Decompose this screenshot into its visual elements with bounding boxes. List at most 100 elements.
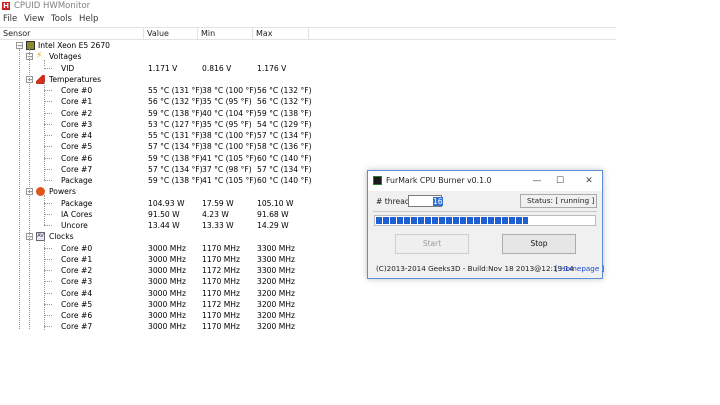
sensor-row[interactable]: Core #2 59 °C (138 °F) 40 °C (104 °F) 59 °C… xyxy=(0,108,616,119)
sensor-min: 38 °C (100 °F) xyxy=(202,131,257,140)
tree-branch-line xyxy=(44,146,52,148)
tree-guide-line xyxy=(44,82,45,180)
sensor-label: Uncore xyxy=(61,221,88,230)
sensor-min: 40 °C (104 °F) xyxy=(202,108,257,118)
sensor-value: 3000 MHz xyxy=(148,311,186,320)
sensor-min: 0.816 V xyxy=(202,63,232,73)
sensor-value: 3000 MHz xyxy=(148,288,186,298)
dialog-title-bar[interactable]: FurMark CPU Burner v0.1.0 — ☐ ✕ xyxy=(368,171,602,191)
sensor-max: 56 °C (132 °F) xyxy=(257,97,312,107)
stop-button[interactable]: Stop xyxy=(502,234,576,254)
title-bar: H CPUID HWMonitor xyxy=(0,0,720,12)
tree-node-voltages[interactable]: − ⚡ Voltages xyxy=(0,51,616,62)
tree-branch-line xyxy=(44,315,52,316)
sensor-max: 3200 MHz xyxy=(257,288,295,298)
tree-branch-line xyxy=(44,135,52,136)
sensor-label: Core #6 xyxy=(61,153,93,163)
menu-help[interactable]: Help xyxy=(79,14,98,24)
sensor-max: 3200 MHz xyxy=(257,311,295,320)
sensor-row[interactable]: Core #6 3000 MHz 1170 MHz 3200 MHz xyxy=(0,310,616,321)
sensor-label: Core #5 xyxy=(61,299,93,309)
sensor-value: 57 °C (134 °F) xyxy=(148,142,203,152)
tree-branch-line xyxy=(44,123,52,125)
sensor-label: Core #0 xyxy=(61,86,93,95)
menu-view[interactable]: View xyxy=(24,14,44,24)
sensor-value: 53 °C (127 °F) xyxy=(148,119,203,129)
sensor-max: 3300 MHz xyxy=(257,243,295,253)
collapse-icon[interactable]: − xyxy=(16,42,23,50)
sensor-label: Core #3 xyxy=(61,119,93,129)
sensor-max: 91.68 W xyxy=(257,209,289,219)
sensor-max: 60 °C (140 °F) xyxy=(257,176,312,185)
sensor-label: Core #4 xyxy=(61,288,93,298)
sensor-max: 3300 MHz xyxy=(257,266,295,275)
hwmonitor-logo-icon: H xyxy=(2,2,10,10)
sensor-value: 55 °C (131 °F) xyxy=(148,86,203,95)
sensor-value: 13.44 W xyxy=(148,221,180,230)
column-header-value[interactable]: Value xyxy=(144,28,198,40)
cpu-chip-icon xyxy=(26,41,35,50)
sensor-max: 3300 MHz xyxy=(257,254,295,264)
sensor-row[interactable]: VID 1.171 V 0.816 V 1.176 V xyxy=(0,63,616,74)
sensor-row[interactable]: Core #5 3000 MHz 1172 MHz 3200 MHz xyxy=(0,299,616,310)
menu-file[interactable]: File xyxy=(3,14,17,24)
sensor-value: 3000 MHz xyxy=(148,277,186,287)
tree-guide-line xyxy=(44,195,45,225)
status-box: Status: [ running ] xyxy=(520,194,597,208)
tree-branch-line xyxy=(44,90,52,91)
sensor-max: 57 °C (134 °F) xyxy=(257,131,312,140)
dialog-title: FurMark CPU Burner v0.1.0 xyxy=(386,176,492,185)
minimize-button[interactable]: — xyxy=(528,174,546,188)
sensor-row[interactable]: Core #4 3000 MHz 1170 MHz 3200 MHz xyxy=(0,288,616,299)
sensor-row[interactable]: Core #3 53 °C (127 °F) 35 °C (95 °F) 54 °C … xyxy=(0,119,616,130)
sensor-max: 57 °C (134 °F) xyxy=(257,164,312,174)
column-header-min[interactable]: Min xyxy=(198,28,253,40)
sensor-label: Core #5 xyxy=(61,142,93,152)
sensor-label: Powers xyxy=(49,187,76,197)
close-button[interactable]: ✕ xyxy=(580,174,598,188)
sensor-value: 3000 MHz xyxy=(148,266,186,275)
maximize-button[interactable]: ☐ xyxy=(551,174,569,188)
sensor-label: Core #1 xyxy=(61,97,93,107)
sensor-value: 55 °C (131 °F) xyxy=(148,131,203,140)
sensor-label: Clocks xyxy=(49,232,74,242)
sensor-value: 3000 MHz xyxy=(148,299,186,309)
sensor-max: 1.176 V xyxy=(257,63,287,73)
column-header-max[interactable]: Max xyxy=(253,28,309,40)
tree-node-temperatures[interactable]: − Temperatures xyxy=(0,74,616,85)
sensor-row[interactable]: Core #0 55 °C (131 °F) 38 °C (100 °F) 56 °C… xyxy=(0,85,616,96)
sensor-row[interactable]: Core #6 59 °C (138 °F) 41 °C (105 °F) 60 °C… xyxy=(0,153,616,164)
sensor-min: 41 °C (105 °F) xyxy=(202,176,257,185)
tree-branch-line xyxy=(44,101,52,103)
sensor-value: 59 °C (138 °F) xyxy=(148,176,203,185)
progress-fill xyxy=(376,217,528,224)
sensor-min: 4.23 W xyxy=(202,209,229,219)
sensor-max: 56 °C (132 °F) xyxy=(257,86,312,95)
sensor-min: 1172 MHz xyxy=(202,299,240,309)
tree-branch-line xyxy=(44,225,52,226)
sensor-min: 1170 MHz xyxy=(202,311,240,320)
sensor-value: 104.93 W xyxy=(148,198,185,208)
column-header-sensor[interactable]: Sensor xyxy=(0,28,144,40)
tree-branch-line xyxy=(44,213,52,215)
sensor-row[interactable]: Core #4 55 °C (131 °F) 38 °C (100 °F) 57 °C… xyxy=(0,130,616,141)
sensor-max: 54 °C (129 °F) xyxy=(257,119,312,129)
divider xyxy=(373,211,597,212)
sensor-value: 3000 MHz xyxy=(148,243,186,253)
sensor-value: 57 °C (134 °F) xyxy=(148,164,203,174)
menu-tools[interactable]: Tools xyxy=(51,14,72,24)
furmark-dialog: FurMark CPU Burner v0.1.0 — ☐ ✕ # thread… xyxy=(367,170,604,279)
sensor-row[interactable]: Core #5 57 °C (134 °F) 38 °C (100 °F) 58 °C… xyxy=(0,141,616,152)
tree-branch-line xyxy=(44,168,52,170)
threads-input[interactable]: 16 xyxy=(408,195,443,207)
tree-guide-line xyxy=(44,60,45,66)
sensor-min: 1170 MHz xyxy=(202,288,240,298)
sensor-max: 3200 MHz xyxy=(257,277,295,287)
sensor-min: 37 °C (98 °F) xyxy=(202,164,252,174)
tree-node-cpu[interactable]: − Intel Xeon E5 2670 xyxy=(0,40,616,51)
start-button[interactable]: Start xyxy=(395,234,469,254)
progress-bar xyxy=(374,215,596,226)
sensor-row[interactable]: Core #7 3000 MHz 1170 MHz 3200 MHz xyxy=(0,321,616,332)
homepage-link[interactable]: [ Homepage ] xyxy=(555,264,604,273)
sensor-row[interactable]: Core #1 56 °C (132 °F) 35 °C (95 °F) 56 °C … xyxy=(0,96,616,107)
